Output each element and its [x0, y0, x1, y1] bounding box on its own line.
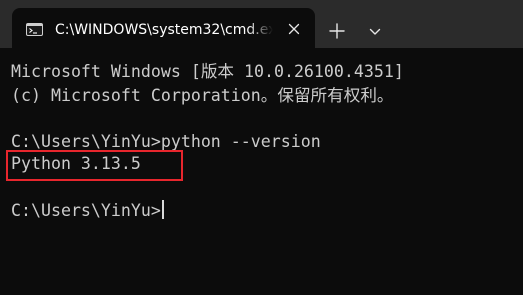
chevron-down-icon[interactable] [365, 22, 385, 42]
highlight-box [6, 150, 183, 181]
text-cursor [161, 200, 164, 219]
prompt-line: C:\Users\YinYu> [11, 199, 164, 223]
terminal-line: (c) Microsoft Corporation。保留所有权利。 [11, 86, 394, 105]
tab-title: C:\WINDOWS\system32\cmd.exe [55, 22, 273, 38]
terminal-output[interactable]: Microsoft Windows [版本 10.0.26100.4351] (… [0, 48, 523, 295]
terminal-icon [26, 23, 43, 36]
plus-icon[interactable] [326, 20, 348, 42]
tab-bar: C:\WINDOWS\system32\cmd.exe [0, 0, 523, 48]
prompt-text: C:\Users\YinYu> [11, 201, 161, 220]
tab-cmd[interactable]: C:\WINDOWS\system32\cmd.exe [12, 8, 315, 48]
terminal-line: Microsoft Windows [版本 10.0.26100.4351] [11, 62, 404, 81]
terminal-window: C:\WINDOWS\system32\cmd.exe Microsoft Wi… [0, 0, 523, 295]
close-icon[interactable] [286, 21, 302, 37]
